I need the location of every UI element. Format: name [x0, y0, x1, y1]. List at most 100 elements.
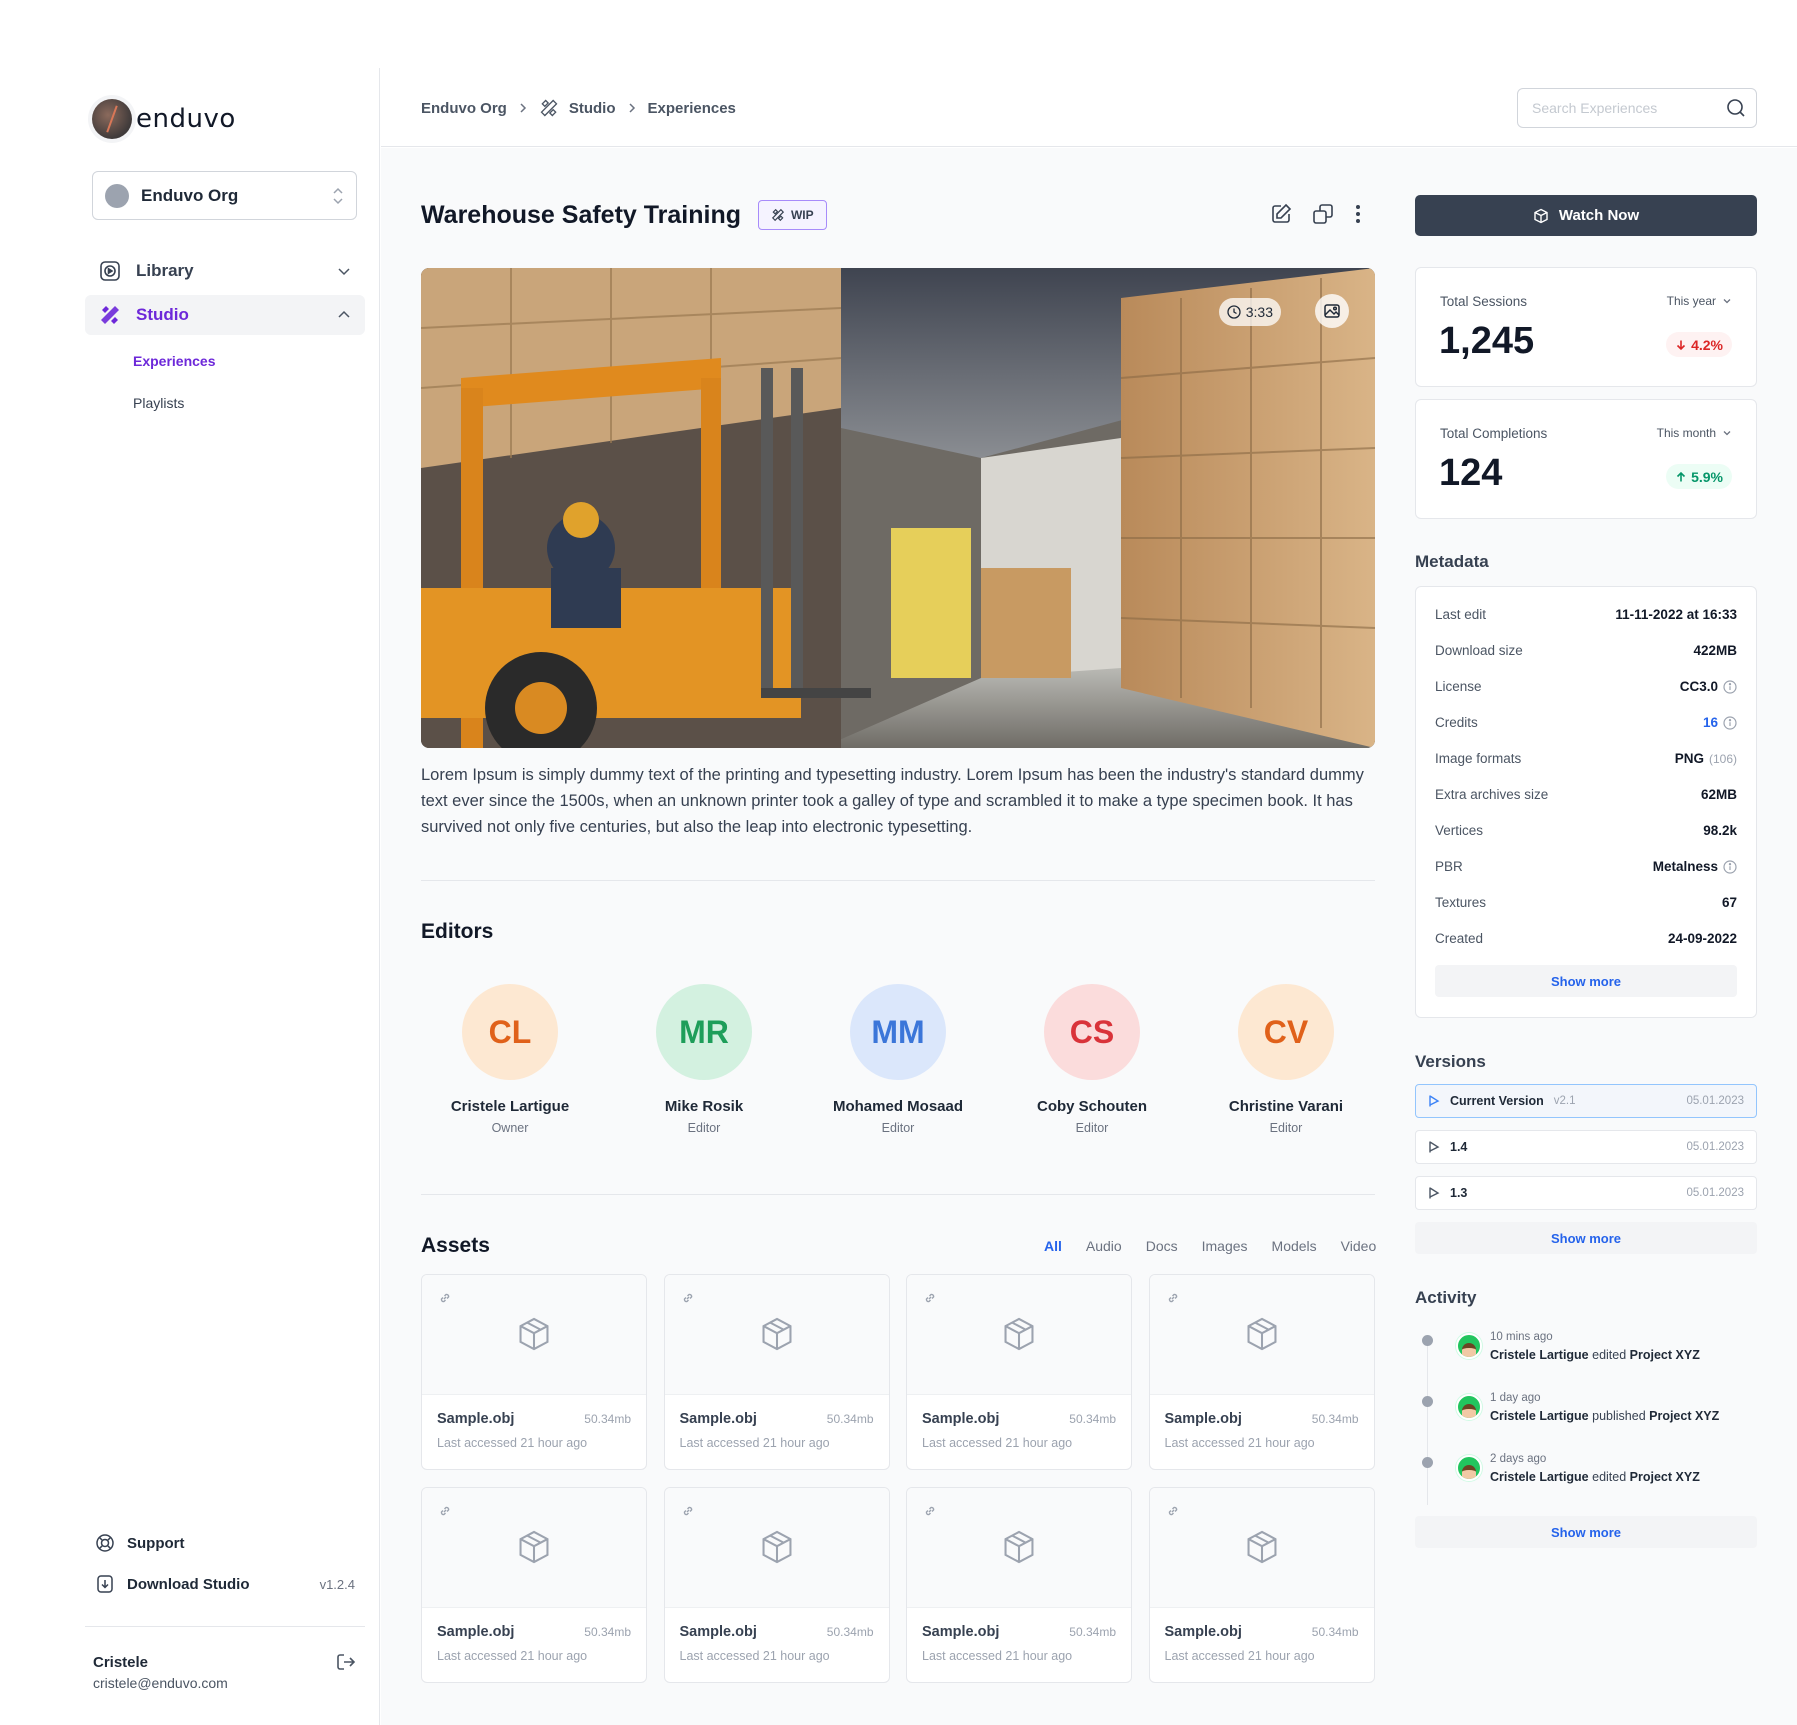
- asset-name: Sample.obj: [1164, 1624, 1242, 1640]
- breadcrumb-studio[interactable]: Studio: [569, 100, 616, 117]
- watch-now-button[interactable]: Watch Now: [1415, 195, 1757, 236]
- image-edit-icon: [1323, 302, 1341, 320]
- info-icon[interactable]: [1723, 859, 1737, 874]
- search-input[interactable]: [1532, 100, 1726, 116]
- assets-title: Assets: [421, 1234, 490, 1257]
- total-completions-card: Total Completions This month 124 5.9%: [1415, 399, 1757, 519]
- support-link[interactable]: Support: [95, 1533, 355, 1553]
- activity-user[interactable]: Cristele Lartigue: [1490, 1409, 1589, 1423]
- activity-user[interactable]: Cristele Lartigue: [1490, 1348, 1589, 1362]
- change-image-button[interactable]: [1315, 294, 1349, 328]
- period-dropdown[interactable]: This year: [1667, 294, 1732, 308]
- asset-card[interactable]: Sample.obj 50.34mb Last accessed 21 hour a…: [421, 1487, 647, 1683]
- edit-icon[interactable]: [1269, 202, 1293, 226]
- asset-card[interactable]: Sample.obj 50.34mb Last accessed 21 hour a…: [421, 1274, 647, 1470]
- activity-target[interactable]: Project XYZ: [1630, 1348, 1700, 1362]
- filter-models[interactable]: Models: [1272, 1238, 1317, 1254]
- brand-logo[interactable]: enduvo: [92, 99, 236, 139]
- sidebar-item-studio[interactable]: Studio: [85, 295, 365, 335]
- sidebar-subitem-experiences[interactable]: Experiences: [133, 353, 216, 369]
- versions-show-more-button[interactable]: Show more: [1415, 1222, 1757, 1254]
- sidebar-item-library[interactable]: Library: [85, 251, 365, 291]
- activity-user[interactable]: Cristele Lartigue: [1490, 1470, 1589, 1484]
- avatar: CL: [462, 984, 558, 1080]
- metadata-value-text: CC3.0: [1679, 679, 1718, 694]
- more-options-icon[interactable]: [1353, 202, 1363, 226]
- activity-target[interactable]: Project XYZ: [1630, 1470, 1700, 1484]
- activity-target[interactable]: Project XYZ: [1649, 1409, 1719, 1423]
- filter-docs[interactable]: Docs: [1146, 1238, 1178, 1254]
- metadata-value[interactable]: 16: [1703, 715, 1737, 730]
- experience-description: Lorem Ipsum is simply dummy text of the …: [421, 766, 1364, 836]
- activity-action: edited: [1592, 1470, 1627, 1484]
- editor-card[interactable]: MR Mike Rosik Editor: [614, 984, 794, 1135]
- asset-size: 50.34mb: [1311, 1625, 1359, 1639]
- metadata-value-text: 422MB: [1693, 643, 1737, 658]
- asset-card[interactable]: Sample.obj 50.34mb Last accessed 21 hour a…: [906, 1487, 1132, 1683]
- metadata-value-text: 24-09-2022: [1667, 931, 1737, 946]
- filter-video[interactable]: Video: [1341, 1238, 1377, 1254]
- asset-row: Sample.obj 50.34mb: [1165, 1624, 1359, 1640]
- asset-last-accessed: Last accessed 21 hour ago: [922, 1649, 1073, 1663]
- org-selector[interactable]: Enduvo Org: [92, 171, 357, 220]
- asset-card[interactable]: Sample.obj 50.34mb Last accessed 21 hour a…: [663, 1487, 890, 1683]
- metadata-value-text: 62MB: [1700, 787, 1737, 802]
- link-icon[interactable]: [923, 1291, 937, 1305]
- chevron-up-icon: [336, 307, 352, 323]
- link-icon[interactable]: [923, 1504, 937, 1518]
- info-icon[interactable]: [1723, 715, 1737, 730]
- timeline-line: [1427, 1339, 1428, 1505]
- sidebar-subitem-playlists[interactable]: Playlists: [133, 395, 184, 411]
- link-icon[interactable]: [681, 1291, 695, 1305]
- cube-icon: [515, 1315, 553, 1353]
- cube-icon: [1243, 1528, 1281, 1566]
- metadata-show-more-button[interactable]: Show more: [1435, 965, 1737, 997]
- version-row[interactable]: Current Version v2.1 05.01.2023: [1415, 1084, 1757, 1118]
- asset-card[interactable]: Sample.obj 50.34mb Last accessed 21 hour a…: [1148, 1487, 1375, 1683]
- link-icon[interactable]: [1166, 1504, 1180, 1518]
- metadata-row: Credits 16: [1435, 715, 1737, 730]
- asset-card[interactable]: Sample.obj 50.34mb Last accessed 21 hour a…: [1148, 1274, 1375, 1470]
- asset-card[interactable]: Sample.obj 50.34mb Last accessed 21 hour a…: [906, 1274, 1132, 1470]
- search-icon[interactable]: [1726, 98, 1746, 118]
- avatar: MR: [656, 984, 752, 1080]
- experience-preview[interactable]: 3:33: [421, 268, 1375, 748]
- metadata-row: Download size 422MB: [1435, 643, 1737, 658]
- editor-name: Coby Schouten: [1036, 1098, 1147, 1115]
- user-email: cristele@enduvo.com: [93, 1675, 228, 1691]
- breadcrumb-org[interactable]: Enduvo Org: [421, 100, 507, 117]
- play-icon: [1428, 1094, 1440, 1108]
- metadata-row: License CC3.0: [1435, 679, 1737, 694]
- editor-role: Owner: [491, 1121, 529, 1135]
- logout-icon[interactable]: [335, 1651, 357, 1673]
- editor-card[interactable]: CV Christine Varani Editor: [1196, 984, 1376, 1135]
- avatar: [1456, 1394, 1482, 1420]
- info-icon[interactable]: [1723, 679, 1737, 694]
- editor-card[interactable]: CL Cristele Lartigue Owner: [420, 984, 600, 1135]
- link-icon[interactable]: [681, 1504, 695, 1518]
- link-icon[interactable]: [438, 1291, 452, 1305]
- editor-card[interactable]: MM Mohamed Mosaad Editor: [808, 984, 988, 1135]
- duplicate-icon[interactable]: [1311, 202, 1335, 226]
- link-icon[interactable]: [1166, 1291, 1180, 1305]
- asset-info: Sample.obj 50.34mb Last accessed 21 hour a…: [665, 1608, 889, 1663]
- metadata-value-sub: (106): [1708, 751, 1737, 766]
- avatar: CV: [1238, 984, 1334, 1080]
- link-icon[interactable]: [438, 1504, 452, 1518]
- editor-card[interactable]: CS Coby Schouten Editor: [1002, 984, 1182, 1135]
- version-row[interactable]: 1.3 05.01.2023: [1415, 1176, 1757, 1210]
- metadata-key: Created: [1435, 931, 1484, 946]
- breadcrumb-experiences[interactable]: Experiences: [648, 100, 736, 117]
- metadata-title: Metadata: [1415, 552, 1489, 571]
- filter-all[interactable]: All: [1044, 1238, 1062, 1254]
- activity-show-more-button[interactable]: Show more: [1415, 1516, 1757, 1548]
- asset-row: Sample.obj 50.34mb: [680, 1624, 874, 1640]
- filter-audio[interactable]: Audio: [1086, 1238, 1122, 1254]
- period-dropdown[interactable]: This month: [1657, 426, 1732, 440]
- download-studio-link[interactable]: Download Studio v1.2.4: [95, 1574, 355, 1594]
- version-row[interactable]: 1.4 05.01.2023: [1415, 1130, 1757, 1164]
- asset-card[interactable]: Sample.obj 50.34mb Last accessed 21 hour a…: [663, 1274, 890, 1470]
- metadata-key: PBR: [1435, 859, 1463, 874]
- metadata-row: Image formats PNG (106): [1435, 751, 1737, 766]
- filter-images[interactable]: Images: [1202, 1238, 1248, 1254]
